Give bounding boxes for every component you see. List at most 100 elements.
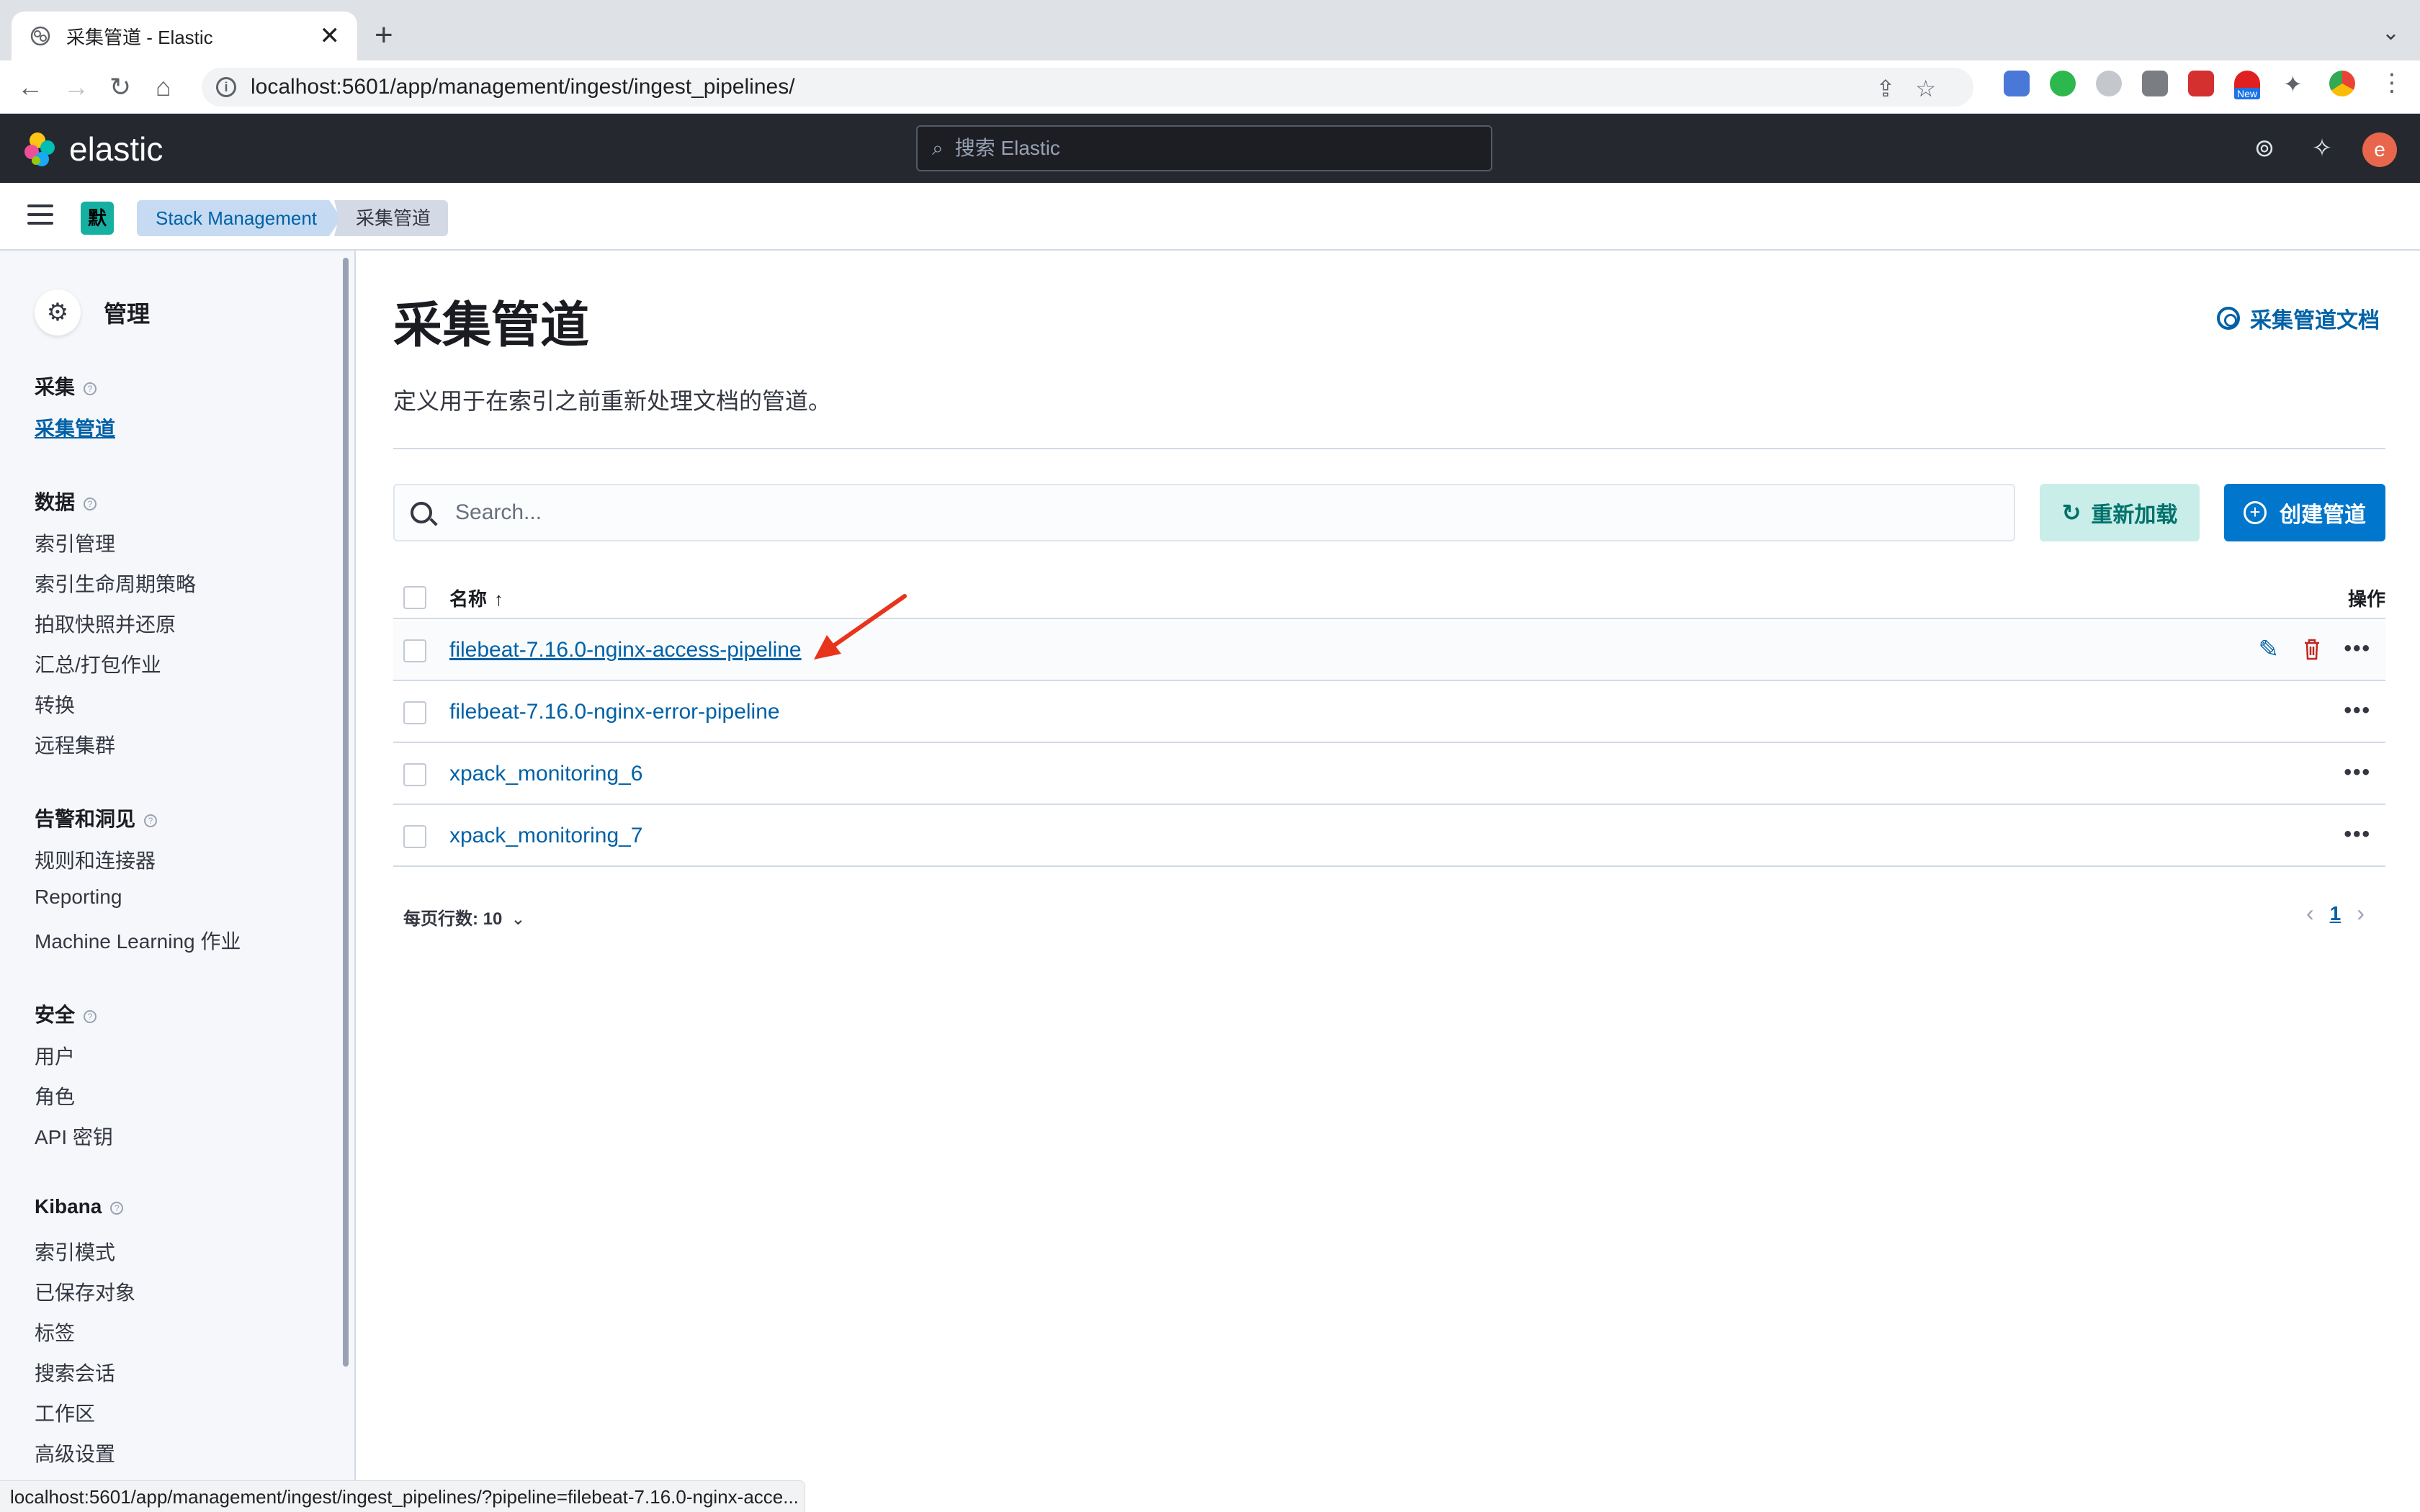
reload-button[interactable]: ↻ 重新加载 [2040, 484, 2200, 541]
sidebar-scrollbar[interactable] [343, 258, 349, 1367]
breadcrumb: 默 Stack Management 采集管道 [0, 183, 2420, 251]
sidebar-title: 管理 [104, 301, 151, 327]
rows-per-page-select[interactable]: 每页行数: 10 ⌄ [403, 904, 525, 930]
help-icon[interactable]: ? [84, 1009, 97, 1023]
browser-toolbar: ← → ↻ ⌂ i localhost:5601/app/management/… [0, 60, 2420, 114]
url-text[interactable]: localhost:5601/app/management/ingest/ing… [251, 75, 795, 99]
fe-extension-icon[interactable] [2188, 71, 2214, 96]
user-avatar[interactable]: e [2362, 132, 2397, 167]
sidebar-item-users[interactable]: 用户 [35, 1041, 75, 1070]
sidebar-item-tags[interactable]: 标签 [35, 1318, 75, 1346]
page-description: 定义用于在索引之前重新处理文档的管道。 [393, 388, 832, 414]
browser-menu-icon[interactable]: ⋮ [2380, 71, 2404, 96]
sidebar-item-rollup-jobs[interactable]: 汇总/打包作业 [35, 649, 161, 678]
help-icon[interactable]: ? [110, 1201, 124, 1215]
site-info-icon[interactable]: i [216, 77, 236, 97]
help-icon[interactable]: ? [144, 814, 158, 827]
global-search[interactable]: ⌕ [916, 125, 1492, 171]
more-actions-icon[interactable]: ••• [2344, 760, 2371, 785]
pipeline-name-link[interactable]: filebeat-7.16.0-nginx-access-pipeline [449, 638, 802, 662]
create-button-label: 创建管道 [2280, 503, 2366, 527]
pipelines-docs-link[interactable]: 采集管道文档 [2217, 302, 2380, 334]
breadcrumb-ingest-pipelines: 采集管道 [334, 200, 449, 236]
tab-search-chevron-icon[interactable]: ⌄ [2382, 20, 2400, 45]
elastic-logo[interactable]: elastic [22, 130, 163, 168]
pipelines-search-input[interactable] [455, 500, 1968, 525]
gear-icon: ⚙ [35, 289, 81, 336]
sidebar-section-kibana: Kibana? [35, 1195, 124, 1218]
new-tab-icon[interactable]: + [375, 17, 393, 53]
forward-icon[interactable]: → [63, 72, 89, 102]
search-icon [411, 502, 432, 523]
sidebar-item-reporting[interactable]: Reporting [35, 886, 122, 909]
pipeline-name-link[interactable]: xpack_monitoring_7 [449, 824, 643, 848]
help-icon[interactable]: ? [84, 382, 97, 395]
sidebar-item-advanced-settings[interactable]: 高级设置 [35, 1439, 115, 1467]
create-pipeline-button[interactable]: + 创建管道 [2224, 484, 2385, 541]
home-icon[interactable]: ⌂ [156, 72, 171, 102]
tab-title: 采集管道 - Elastic [66, 26, 213, 48]
newsfeed-icon[interactable]: ✧ [2308, 134, 2336, 163]
address-bar[interactable]: i localhost:5601/app/management/ingest/i… [202, 68, 1973, 107]
sidebar-item-saved-objects[interactable]: 已保存对象 [35, 1277, 135, 1306]
table-row: xpack_monitoring_7 ••• [393, 806, 2385, 867]
row-checkbox[interactable] [403, 639, 426, 662]
help-icon[interactable]: ? [84, 497, 97, 510]
sidebar-item-index-patterns[interactable]: 索引模式 [35, 1237, 115, 1266]
chrome-profile-icon[interactable] [2329, 71, 2355, 96]
pipeline-name-link[interactable]: filebeat-7.16.0-nginx-error-pipeline [449, 700, 780, 724]
browser-tabstrip: 采集管道 - Elastic ✕ + ⌄ [0, 0, 2420, 60]
sidebar-item-ml-jobs[interactable]: Machine Learning 作业 [35, 926, 241, 955]
sidebar-item-rules-connectors[interactable]: 规则和连接器 [35, 845, 156, 874]
sidebar-item-transforms[interactable]: 转换 [35, 690, 75, 719]
translate-extension-icon[interactable] [2004, 71, 2030, 96]
more-actions-icon[interactable]: ••• [2344, 698, 2371, 723]
sidebar-item-ingest-pipelines[interactable]: 采集管道 [35, 413, 115, 442]
global-search-input[interactable] [954, 137, 1459, 160]
sidebar-section-alerts: 告警和洞见? [35, 804, 158, 832]
sidebar-item-remote-clusters[interactable]: 远程集群 [35, 730, 115, 759]
sidebar-item-index-management[interactable]: 索引管理 [35, 528, 115, 557]
sidebar-item-ilm-policies[interactable]: 索引生命周期策略 [35, 569, 196, 598]
row-checkbox[interactable] [403, 701, 426, 724]
chevron-down-icon: ⌄ [511, 909, 526, 929]
select-all-checkbox[interactable] [403, 586, 426, 609]
new-extension-icon[interactable]: New [2234, 71, 2261, 99]
camera-extension-icon[interactable] [2142, 71, 2168, 96]
more-actions-icon[interactable]: ••• [2344, 636, 2371, 661]
evernote-extension-icon[interactable] [2050, 71, 2076, 96]
column-header-name[interactable]: 名称 ↑ [449, 585, 503, 611]
menu-hamburger-icon[interactable] [27, 204, 53, 230]
browser-tab[interactable]: 采集管道 - Elastic ✕ [12, 12, 357, 60]
pipelines-search[interactable] [393, 484, 2015, 541]
help-lifebuoy-icon[interactable]: ⊚ [2250, 134, 2279, 163]
share-icon[interactable]: ⇪ [1876, 76, 1916, 102]
space-avatar[interactable]: 默 [81, 202, 114, 235]
sidebar-item-snapshot-restore[interactable]: 拍取快照并还原 [35, 609, 176, 638]
previous-page-icon[interactable]: ‹ [2306, 900, 2314, 927]
section-label: Kibana [35, 1195, 102, 1218]
sidebar-item-api-keys[interactable]: API 密钥 [35, 1122, 113, 1151]
sidebar-item-roles[interactable]: 角色 [35, 1081, 75, 1110]
pencil-edit-icon[interactable]: ✎ [2259, 635, 2280, 664]
more-actions-icon[interactable]: ••• [2344, 822, 2371, 847]
pipeline-name-link[interactable]: xpack_monitoring_6 [449, 762, 643, 786]
breadcrumb-stack-management[interactable]: Stack Management [137, 200, 342, 236]
reload-page-icon[interactable]: ↻ [109, 72, 131, 102]
column-header-actions: 操作 [2347, 588, 2385, 610]
trash-icon[interactable] [2298, 635, 2326, 664]
extension-icon[interactable] [2096, 71, 2122, 96]
row-checkbox[interactable] [403, 825, 426, 848]
close-tab-icon[interactable]: ✕ [320, 22, 341, 50]
browser-status-bar: localhost:5601/app/management/ingest/ing… [0, 1480, 805, 1512]
puzzle-extensions-icon[interactable]: ✦ [2283, 73, 2305, 96]
next-page-icon[interactable]: › [2357, 900, 2365, 927]
sidebar-section-ingest: 采集? [35, 372, 97, 400]
back-icon[interactable]: ← [17, 72, 43, 102]
elastic-logo-icon [24, 132, 55, 166]
bookmark-star-icon[interactable]: ☆ [1915, 76, 1956, 102]
row-checkbox[interactable] [403, 763, 426, 786]
page-number[interactable]: 1 [2330, 902, 2341, 925]
sidebar-item-spaces[interactable]: 工作区 [35, 1398, 95, 1427]
sidebar-item-search-sessions[interactable]: 搜索会话 [35, 1358, 115, 1387]
